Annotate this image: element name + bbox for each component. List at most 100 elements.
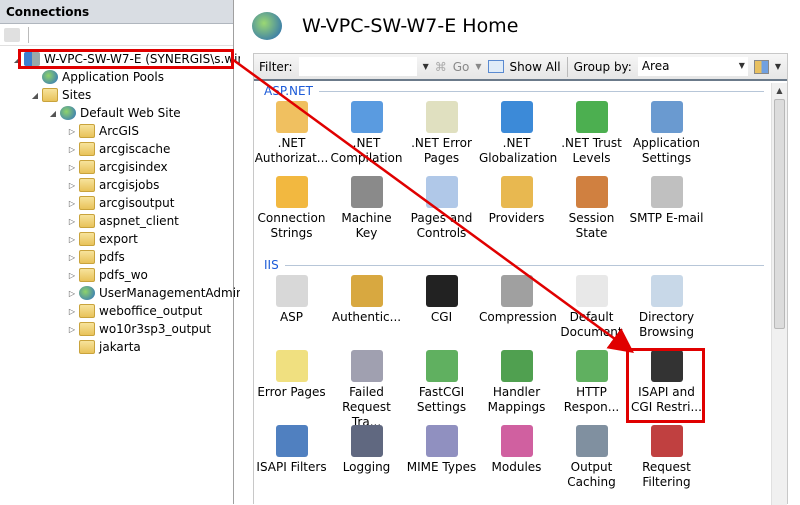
feature-tile[interactable]: Error Pages [254, 350, 329, 415]
feature-tile[interactable]: Application Settings [629, 101, 704, 166]
feature-label: Authorizat... [254, 151, 329, 165]
tree-item[interactable]: ▷ ArcGIS [67, 122, 139, 140]
scroll-up-icon[interactable]: ▲ [772, 83, 787, 99]
feature-tile[interactable]: Request Filtering [629, 425, 704, 490]
tree-item[interactable]: ▷ arcgisoutput [67, 194, 174, 212]
tree-item[interactable]: ▷ aspnet_client [67, 212, 179, 230]
feature-label: Connection [257, 211, 326, 225]
folder-icon [79, 250, 95, 264]
feature-tile[interactable]: MIME Types [404, 425, 479, 490]
feature-tile[interactable]: CGI [404, 275, 479, 340]
tree-item[interactable]: ◢ Sites [30, 86, 91, 104]
expand-icon[interactable]: ▷ [67, 271, 77, 280]
feature-tile[interactable]: .NET Compilation [329, 101, 404, 166]
go-button[interactable]: Go [453, 60, 470, 74]
feature-tile[interactable]: Logging [329, 425, 404, 490]
feature-tile[interactable]: Authentic... [329, 275, 404, 340]
expand-icon[interactable]: ▷ [67, 307, 77, 316]
tree-item-label: jakarta [99, 340, 141, 354]
tree-item[interactable]: Application Pools [30, 68, 164, 86]
expand-icon[interactable]: ▷ [67, 199, 77, 208]
feature-label: MIME Types [406, 460, 477, 474]
feature-label: Application [632, 136, 701, 150]
vertical-scrollbar[interactable]: ▲ [771, 83, 787, 505]
tree-item[interactable]: ▷ weboffice_output [67, 302, 202, 320]
expand-icon[interactable]: ▷ [67, 325, 77, 334]
feature-label: Globalization [479, 151, 558, 165]
expand-icon[interactable]: ◢ [48, 109, 58, 118]
feature-icon [500, 425, 533, 457]
feature-tile[interactable]: Connection Strings [254, 176, 329, 241]
expand-icon[interactable]: ▷ [67, 181, 77, 190]
tree-item[interactable]: ▷ UserManagementAdmin [67, 284, 244, 302]
feature-tile[interactable]: .NET Error Pages [404, 101, 479, 166]
show-all-button[interactable]: Show All [510, 60, 561, 74]
separator [566, 56, 568, 77]
filter-input[interactable] [298, 57, 417, 76]
tree-item[interactable]: ▷ pdfs [67, 248, 125, 266]
create-connection-icon[interactable] [4, 27, 20, 42]
feature-label [479, 325, 554, 340]
view-icon[interactable] [753, 59, 769, 74]
tree-item-label: arcgiscache [99, 142, 171, 156]
expand-icon[interactable]: ▷ [67, 217, 77, 226]
feature-tile[interactable]: Providers [479, 176, 554, 241]
feature-tile[interactable]: SMTP E-mail [629, 176, 704, 241]
tree-item[interactable]: jakarta [67, 338, 141, 356]
group-header[interactable]: IIS [264, 258, 764, 272]
folder-icon [79, 322, 95, 336]
feature-tile[interactable]: Handler Mappings [479, 350, 554, 415]
feature-icon [500, 176, 533, 208]
view-dropdown-icon[interactable]: ▼ [775, 62, 781, 71]
expand-icon[interactable]: ◢ [30, 91, 40, 100]
filter-dropdown-icon[interactable]: ▼ [423, 62, 429, 71]
expand-icon[interactable]: ▷ [67, 163, 77, 172]
expand-icon[interactable]: ▷ [67, 289, 77, 298]
feature-tile[interactable]: Modules [479, 425, 554, 490]
tree-item-label: aspnet_client [99, 214, 179, 228]
sites-icon [42, 88, 58, 102]
tree-item[interactable]: ▷ arcgisindex [67, 158, 168, 176]
filter-label: Filter: [259, 59, 293, 74]
feature-tile[interactable]: ISAPI Filters [254, 425, 329, 490]
feature-tile[interactable]: .NET Globalization [479, 101, 558, 166]
expand-icon[interactable]: ▷ [67, 145, 77, 154]
feature-tile[interactable]: HTTP Respon... [554, 350, 629, 415]
go-dropdown-icon[interactable]: ▼ [475, 62, 481, 71]
feature-tile[interactable]: Pages and Controls [404, 176, 479, 241]
expand-icon[interactable]: ▷ [67, 235, 77, 244]
group-header[interactable]: ASP.NET [264, 84, 764, 98]
feature-tile[interactable]: Directory Browsing [629, 275, 704, 340]
feature-tile[interactable]: Compression [479, 275, 557, 340]
folder-icon [79, 232, 95, 246]
tree-item[interactable]: ▷ wo10r3sp3_output [67, 320, 211, 338]
feature-tile[interactable]: ASP [254, 275, 329, 340]
tree-item[interactable]: ▷ pdfs_wo [67, 266, 148, 284]
feature-icon [275, 275, 308, 307]
feature-label: Providers [488, 211, 545, 225]
feature-label: Respon... [563, 400, 620, 414]
feature-tile[interactable]: Default Document [554, 275, 629, 340]
group-by-select[interactable]: Area ▼ [637, 57, 748, 76]
feature-tile[interactable]: .NET Authorizat... [254, 101, 329, 166]
feature-tile[interactable]: Failed Request Tra... [329, 350, 404, 430]
feature-icon [350, 275, 383, 307]
feature-tile[interactable]: Output Caching [554, 425, 629, 490]
tree-item-label: pdfs_wo [99, 268, 148, 282]
feature-icon [650, 101, 683, 133]
tree-item[interactable]: ◢ Default Web Site [48, 104, 181, 122]
expand-icon[interactable]: ▷ [67, 253, 77, 262]
feature-label: .NET Error [411, 136, 472, 150]
feature-tile[interactable]: Session State [554, 176, 629, 256]
feature-tile[interactable]: FastCGI Settings [404, 350, 479, 415]
feature-tile[interactable]: .NET Trust Levels [554, 101, 629, 166]
scroll-thumb[interactable] [774, 99, 785, 329]
binoculars-icon: ⌘ [434, 59, 447, 74]
folder-icon [79, 142, 95, 156]
tree-item-label: weboffice_output [99, 304, 203, 318]
tree-item[interactable]: ▷ arcgisjobs [67, 176, 159, 194]
feature-tile[interactable]: Machine Key [329, 176, 404, 256]
expand-icon[interactable]: ▷ [67, 127, 77, 136]
tree-item[interactable]: ▷ arcgiscache [67, 140, 170, 158]
tree-item[interactable]: ▷ export [67, 230, 138, 248]
